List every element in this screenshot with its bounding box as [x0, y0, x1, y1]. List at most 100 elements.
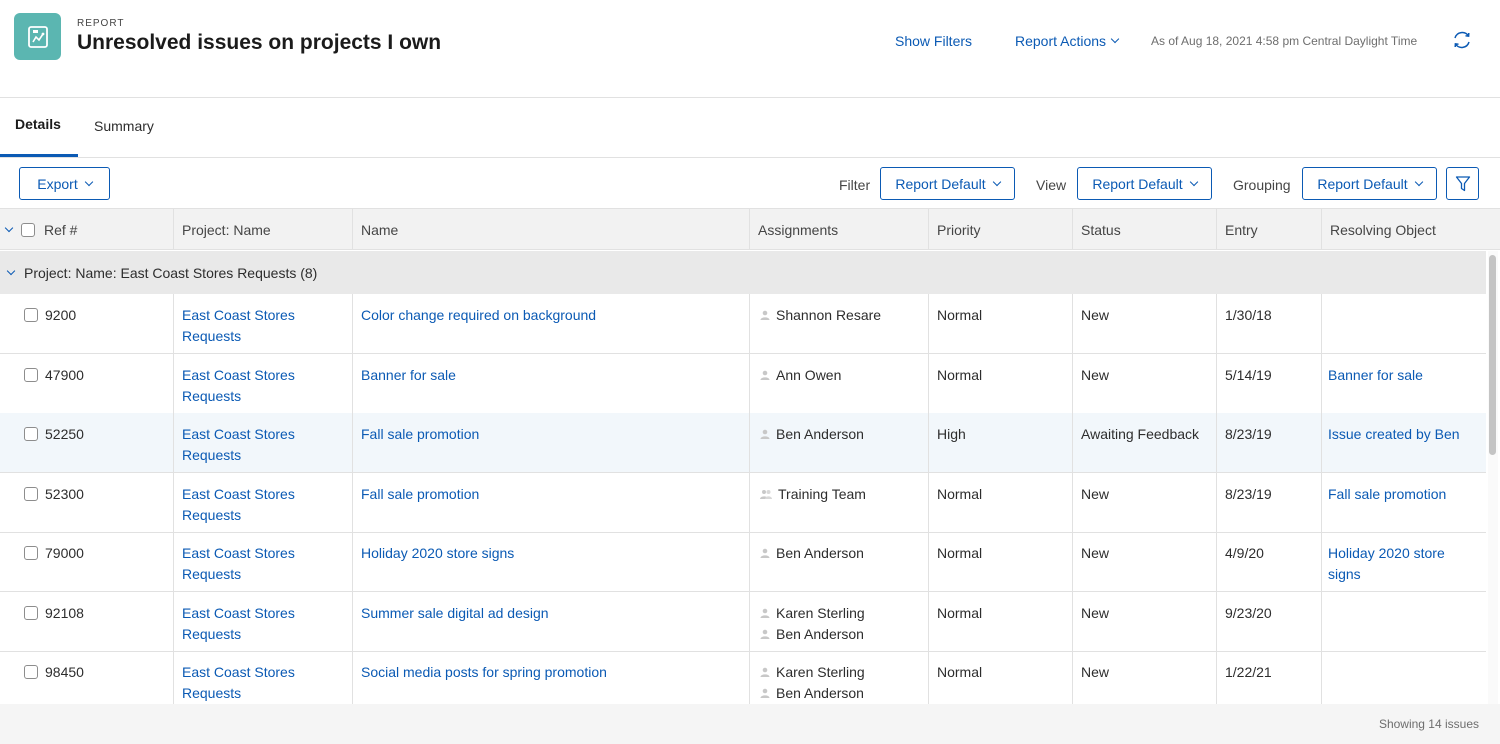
row-checkbox[interactable]: [24, 665, 38, 679]
row-checkbox[interactable]: [24, 427, 38, 441]
resolving-object-cell: Issue created by Ben: [1321, 413, 1486, 472]
issue-name-link[interactable]: Fall sale promotion: [361, 426, 479, 442]
status-cell: New: [1072, 532, 1216, 591]
report-actions-menu[interactable]: Report Actions: [1015, 33, 1120, 49]
assignee-name: Shannon Resare: [776, 307, 882, 323]
issue-name-link[interactable]: Summer sale digital ad design: [361, 605, 549, 621]
status-cell: Awaiting Feedback: [1072, 413, 1216, 472]
row-checkbox[interactable]: [24, 546, 38, 560]
project-name-line: Requests: [182, 566, 242, 582]
assignee-name: Ben Anderson: [776, 426, 864, 442]
resolving-object-link[interactable]: Holiday 2020 store signs: [1328, 543, 1478, 585]
table-row[interactable]: 47900 East Coast Stores Requests Banner …: [0, 353, 1486, 414]
grouping-label: Grouping: [1233, 177, 1291, 193]
issue-name-link[interactable]: Holiday 2020 store signs: [361, 545, 514, 561]
tab-summary[interactable]: Summary: [79, 98, 169, 157]
assignee[interactable]: Ben Anderson: [760, 543, 920, 564]
assignee[interactable]: Shannon Resare: [760, 305, 920, 326]
project-name-line: East Coast Stores: [182, 485, 295, 502]
column-status[interactable]: Status: [1072, 209, 1216, 250]
project-link[interactable]: East Coast Stores Requests: [182, 305, 344, 347]
project-name-line: East Coast Stores: [182, 545, 295, 561]
project-name-line: East Coast Stores: [182, 366, 295, 383]
grouping-select[interactable]: Report Default: [1302, 167, 1437, 200]
report-actions-label: Report Actions: [1015, 33, 1107, 49]
project-link[interactable]: East Coast Stores Requests: [182, 662, 344, 704]
project-name-line: East Coast Stores: [182, 604, 295, 621]
export-button[interactable]: Export: [19, 167, 110, 200]
filter-select[interactable]: Report Default: [880, 167, 1015, 200]
column-ref[interactable]: Ref #: [0, 209, 173, 250]
issue-name-link[interactable]: Social media posts for spring promotion: [361, 664, 607, 680]
user-icon: [760, 543, 770, 564]
project-link[interactable]: East Coast Stores Requests: [182, 603, 344, 645]
project-link[interactable]: East Coast Stores Requests: [182, 484, 344, 526]
chevron-down-icon: [84, 177, 93, 186]
ref-number: 92108: [45, 604, 84, 621]
group-label: Project: Name: East Coast Stores Request…: [24, 264, 318, 281]
row-checkbox[interactable]: [24, 486, 38, 501]
assignee[interactable]: Karen Sterling: [760, 603, 920, 624]
table-row[interactable]: 98450 East Coast Stores Requests Social …: [0, 651, 1486, 704]
table-row[interactable]: 52300 East Coast Stores Requests Fall sa…: [0, 472, 1486, 533]
select-all-checkbox[interactable]: [21, 222, 35, 237]
assignments-cell: Training Team: [749, 472, 928, 532]
user-icon: [760, 365, 770, 386]
resolving-object-line: Fall sale promotion: [1328, 485, 1447, 502]
assignee[interactable]: Karen Sterling: [760, 662, 920, 683]
ref-cell: 98450: [0, 651, 173, 704]
assignee[interactable]: Ben Anderson: [760, 683, 920, 704]
filter-funnel-button[interactable]: [1446, 167, 1479, 200]
view-select[interactable]: Report Default: [1077, 167, 1212, 200]
assignee[interactable]: Ben Anderson: [760, 424, 920, 445]
assignee-name: Karen Sterling: [776, 604, 865, 621]
table-row[interactable]: 52250 East Coast Stores Requests Fall sa…: [0, 413, 1486, 473]
table-row[interactable]: 79000 East Coast Stores Requests Holiday…: [0, 532, 1486, 592]
issue-name-link[interactable]: Color change required on background: [361, 307, 596, 323]
row-checkbox[interactable]: [24, 308, 38, 322]
project-link[interactable]: East Coast Stores Requests: [182, 543, 344, 585]
column-entry[interactable]: Entry: [1216, 209, 1321, 250]
issue-name-link[interactable]: Fall sale promotion: [361, 486, 479, 502]
resolving-object-link[interactable]: Fall sale promotion: [1328, 484, 1478, 505]
show-filters-link[interactable]: Show Filters: [895, 33, 972, 49]
entry-cell: 1/30/18: [1216, 294, 1321, 353]
filter-label: Filter: [839, 177, 871, 193]
grouping-value: Report Default: [1317, 175, 1408, 192]
row-checkbox[interactable]: [24, 367, 38, 382]
project-link[interactable]: East Coast Stores Requests: [182, 424, 344, 466]
group-row[interactable]: Project: Name: East Coast Stores Request…: [0, 251, 1486, 294]
project-name-line: East Coast Stores: [182, 664, 295, 680]
priority-cell: Normal: [928, 353, 1072, 413]
resolving-object-link[interactable]: Issue created by Ben: [1328, 424, 1478, 445]
resolving-object-link[interactable]: Banner for sale: [1328, 365, 1478, 386]
row-checkbox[interactable]: [24, 605, 38, 620]
entry-cell: 8/23/19: [1216, 472, 1321, 532]
collapse-all-chevron-icon[interactable]: [4, 223, 14, 232]
user-icon: [760, 662, 770, 683]
project-link[interactable]: East Coast Stores Requests: [182, 365, 344, 407]
tab-details[interactable]: Details: [0, 98, 78, 157]
column-name[interactable]: Name: [352, 209, 749, 250]
resolving-object-line: signs: [1328, 566, 1361, 582]
column-resolving-object[interactable]: Resolving Object: [1321, 209, 1500, 250]
column-project-name[interactable]: Project: Name: [173, 209, 352, 250]
assignee-name: Karen Sterling: [776, 664, 865, 680]
refresh-icon[interactable]: [1451, 29, 1473, 51]
assignee[interactable]: Training Team: [760, 484, 920, 505]
assignments-cell: Ben Anderson: [749, 532, 928, 591]
ref-cell: 47900: [0, 354, 173, 413]
ref-number: 52300: [45, 485, 84, 502]
resolving-object-line: Issue created by Ben: [1328, 426, 1460, 442]
column-priority[interactable]: Priority: [928, 209, 1072, 250]
table-row[interactable]: 92108 East Coast Stores Requests Summer …: [0, 591, 1486, 652]
scroll-thumb[interactable]: [1489, 255, 1496, 455]
vertical-scrollbar[interactable]: [1488, 251, 1498, 704]
assignee[interactable]: Ann Owen: [760, 365, 920, 386]
column-assignments[interactable]: Assignments: [749, 209, 928, 250]
assignee-name: Ben Anderson: [776, 625, 864, 642]
assignments-cell: Shannon Resare: [749, 294, 928, 353]
assignee[interactable]: Ben Anderson: [760, 624, 920, 645]
table-row[interactable]: 9200 East Coast Stores Requests Color ch…: [0, 294, 1486, 354]
issue-name-link[interactable]: Banner for sale: [361, 367, 456, 383]
